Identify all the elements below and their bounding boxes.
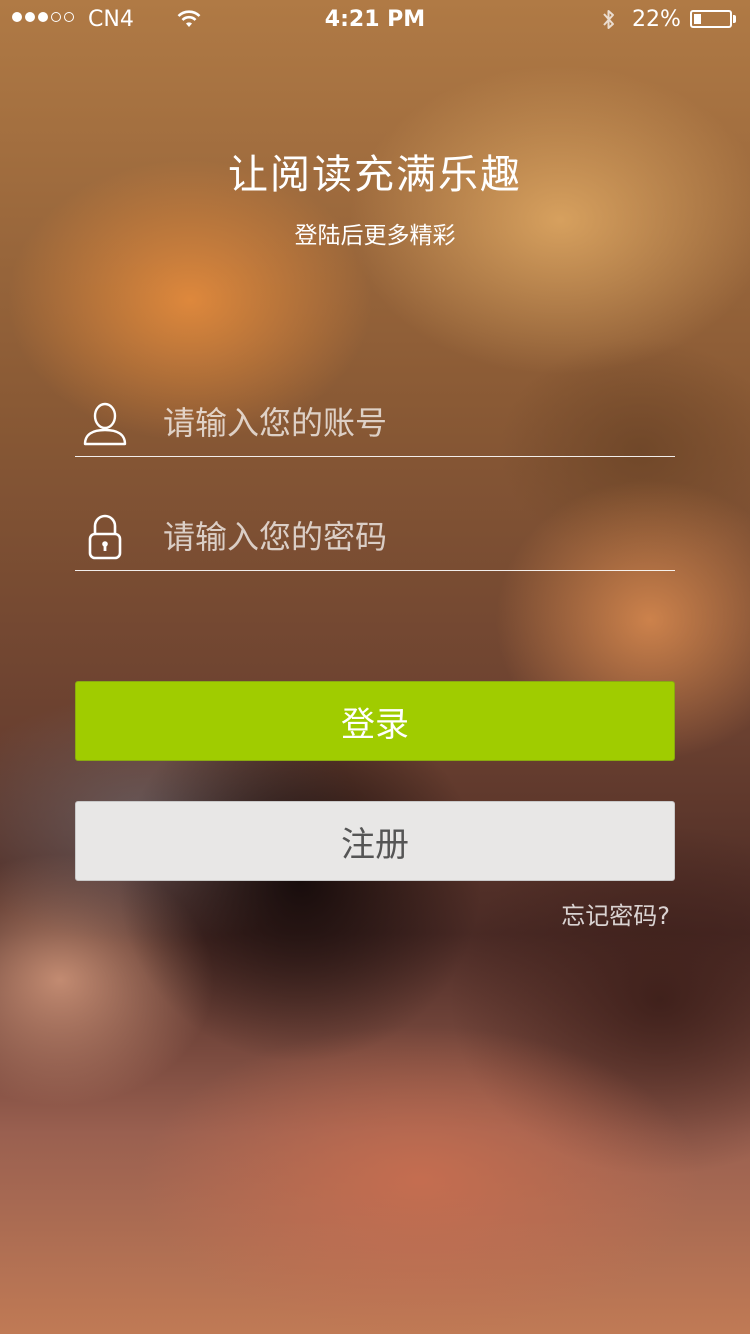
register-button[interactable]: 注册 xyxy=(75,801,675,881)
forgot-password-link[interactable]: 忘记密码? xyxy=(561,896,670,931)
user-icon xyxy=(83,402,127,446)
bluetooth-icon xyxy=(603,10,614,29)
account-input[interactable] xyxy=(163,396,663,450)
register-button-label: 注册 xyxy=(341,824,409,865)
account-field xyxy=(75,386,675,457)
battery-cap xyxy=(733,15,736,23)
page-title: 让阅读充满乐趣 xyxy=(228,152,522,198)
login-button-label: 登录 xyxy=(341,704,409,745)
lock-icon xyxy=(88,514,122,560)
battery-fill xyxy=(694,14,701,24)
battery-percent: 22% xyxy=(632,7,681,32)
password-field xyxy=(75,500,675,571)
page-subtitle: 登陆后更多精彩 xyxy=(294,223,456,249)
login-button[interactable]: 登录 xyxy=(75,681,675,761)
status-bar: CN4 4:21 PM 22% xyxy=(0,0,750,40)
battery-icon xyxy=(690,10,732,28)
password-input[interactable] xyxy=(163,510,663,564)
